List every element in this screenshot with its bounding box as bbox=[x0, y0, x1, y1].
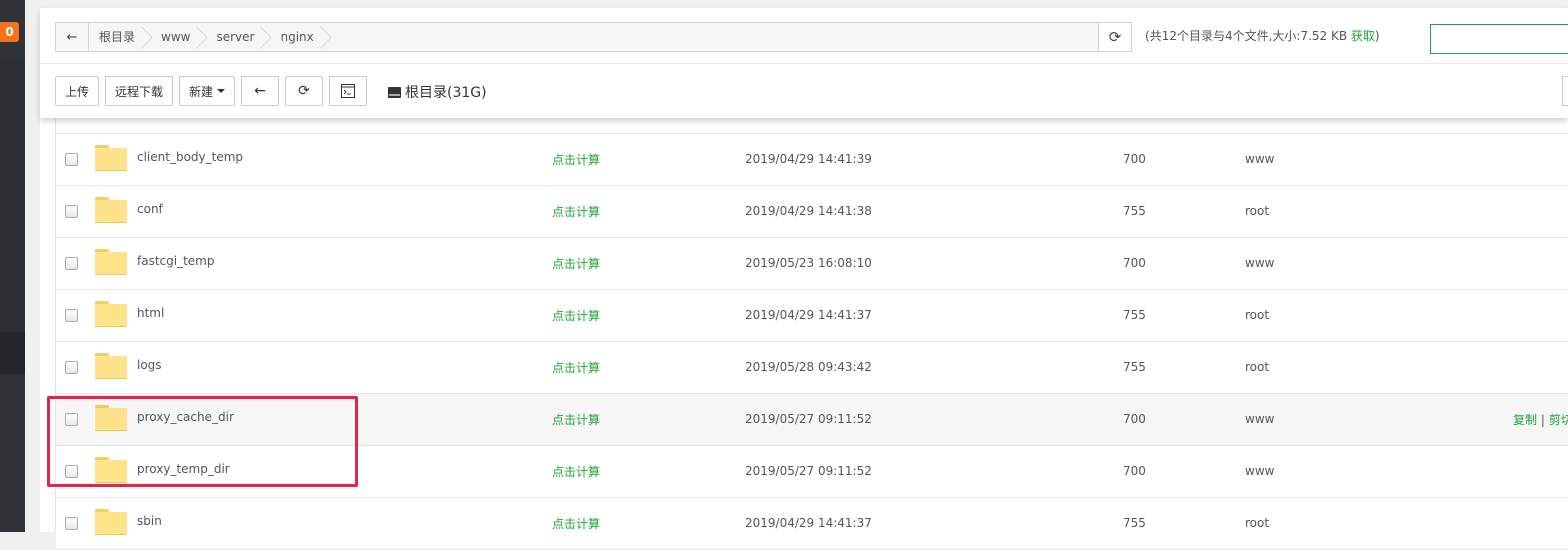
file-name[interactable]: client_body_temp bbox=[137, 150, 243, 164]
calc-size-link[interactable]: 点击计算 bbox=[552, 515, 600, 532]
table-row[interactable]: logs 点击计算 2019/05/28 09:43:42 755 root bbox=[56, 342, 1568, 394]
owner: www bbox=[1245, 464, 1275, 478]
summary-close: ) bbox=[1374, 29, 1380, 43]
calc-size-link[interactable]: 点击计算 bbox=[552, 203, 600, 220]
permission[interactable]: 755 bbox=[1123, 204, 1146, 218]
terminal-icon bbox=[341, 84, 356, 98]
modified-date: 2019/05/23 16:08:10 bbox=[745, 256, 872, 270]
breadcrumb-item[interactable]: nginx bbox=[270, 23, 329, 51]
copy-link[interactable]: 复制 bbox=[1513, 413, 1537, 427]
refresh-button[interactable]: ⟳ bbox=[285, 76, 324, 106]
directory-summary: (共12个目录与4个文件,大小:7.52 KB 获取) bbox=[1145, 27, 1380, 44]
row-checkbox[interactable] bbox=[65, 309, 78, 322]
permission[interactable]: 700 bbox=[1123, 256, 1146, 270]
permission[interactable]: 700 bbox=[1123, 152, 1146, 166]
folder-icon bbox=[95, 353, 127, 379]
row-checkbox[interactable] bbox=[65, 153, 78, 166]
row-checkbox[interactable] bbox=[65, 517, 78, 530]
table-row[interactable]: fastcgi_temp 点击计算 2019/05/23 16:08:10 70… bbox=[56, 238, 1568, 290]
table-row[interactable]: client_body_temp 点击计算 2019/04/29 14:41:3… bbox=[56, 134, 1568, 186]
refresh-icon: ⟳ bbox=[1108, 28, 1122, 46]
permission[interactable]: 755 bbox=[1123, 360, 1146, 374]
folder-icon bbox=[95, 249, 127, 275]
calc-size-link[interactable]: 点击计算 bbox=[552, 359, 600, 376]
refresh-icon: ⟳ bbox=[298, 83, 310, 99]
modified-date: 2019/04/29 14:41:38 bbox=[745, 204, 872, 218]
table-row[interactable]: conf 点击计算 2019/04/29 14:41:38 755 root bbox=[56, 186, 1568, 238]
modified-date: 2019/04/29 14:41:39 bbox=[745, 152, 872, 166]
owner: www bbox=[1245, 412, 1275, 426]
summary-text: (共12个目录与4个文件,大小:7.52 KB bbox=[1145, 29, 1351, 43]
remote-download-button[interactable]: 远程下载 bbox=[105, 76, 174, 106]
search-input[interactable] bbox=[1430, 24, 1568, 54]
permission[interactable]: 755 bbox=[1123, 516, 1146, 530]
upload-button[interactable]: 上传 bbox=[55, 76, 100, 106]
folder-icon bbox=[95, 197, 127, 223]
permission[interactable]: 755 bbox=[1123, 308, 1146, 322]
row-checkbox[interactable] bbox=[65, 205, 78, 218]
hard-drive-icon bbox=[388, 86, 401, 98]
row-checkbox[interactable] bbox=[65, 257, 78, 270]
arrow-left-icon: ← bbox=[66, 29, 78, 45]
terminal-button[interactable] bbox=[329, 76, 368, 106]
modified-date: 2019/05/27 09:11:52 bbox=[745, 412, 872, 426]
disk-selector[interactable]: 根目录(31G) bbox=[388, 82, 487, 102]
breadcrumb-item[interactable]: 根目录 bbox=[89, 23, 151, 51]
breadcrumb: 根目录 www server nginx bbox=[89, 23, 330, 51]
folder-icon bbox=[95, 145, 127, 171]
folder-icon bbox=[95, 301, 127, 327]
sidebar-item-active[interactable] bbox=[0, 332, 25, 374]
highlight-annotation-box bbox=[47, 396, 358, 487]
file-name[interactable]: html bbox=[137, 306, 164, 320]
file-toolbar: 上传 远程下载 新建 ← ⟳ bbox=[55, 76, 368, 106]
path-bar: ← 根目录 www server nginx ⟳ bbox=[55, 22, 1132, 52]
breadcrumb-item[interactable]: www bbox=[151, 23, 206, 51]
row-actions: 复制 | 剪切 bbox=[1513, 411, 1568, 428]
calc-size-link[interactable]: 点击计算 bbox=[552, 255, 600, 272]
owner: www bbox=[1245, 152, 1275, 166]
calc-size-link[interactable]: 点击计算 bbox=[552, 151, 600, 168]
table-row[interactable]: html 点击计算 2019/04/29 14:41:37 755 root bbox=[56, 290, 1568, 342]
file-name[interactable]: fastcgi_temp bbox=[137, 254, 214, 268]
owner: root bbox=[1245, 308, 1270, 322]
file-name[interactable]: sbin bbox=[137, 514, 162, 528]
modified-date: 2019/05/28 09:43:42 bbox=[745, 360, 872, 374]
modified-date: 2019/04/29 14:41:37 bbox=[745, 308, 872, 322]
divider bbox=[40, 63, 1568, 64]
row-checkbox[interactable] bbox=[65, 361, 78, 374]
new-dropdown-button[interactable]: 新建 bbox=[179, 76, 236, 106]
arrow-left-icon: ← bbox=[254, 83, 266, 99]
path-refresh-button[interactable]: ⟳ bbox=[1098, 23, 1131, 51]
path-back-button[interactable]: ← bbox=[56, 23, 89, 51]
ops-separator: | bbox=[1540, 413, 1545, 427]
owner: root bbox=[1245, 516, 1270, 530]
breadcrumb-item[interactable]: server bbox=[206, 23, 270, 51]
toolbar-right-button[interactable] bbox=[1562, 76, 1568, 106]
disk-label: 根目录(31G) bbox=[405, 85, 487, 101]
notification-badge[interactable]: 0 bbox=[0, 22, 19, 42]
owner: root bbox=[1245, 204, 1270, 218]
new-label: 新建 bbox=[189, 84, 214, 99]
modified-date: 2019/05/27 09:11:52 bbox=[745, 464, 872, 478]
file-name[interactable]: conf bbox=[137, 202, 163, 216]
sidebar-section bbox=[0, 61, 25, 332]
owner: www bbox=[1245, 256, 1275, 270]
folder-icon bbox=[95, 509, 127, 535]
calc-size-link[interactable]: 点击计算 bbox=[552, 411, 600, 428]
permission[interactable]: 700 bbox=[1123, 412, 1146, 426]
calc-size-link[interactable]: 点击计算 bbox=[552, 463, 600, 480]
cut-link[interactable]: 剪切 bbox=[1549, 413, 1568, 427]
get-size-link[interactable]: 获取 bbox=[1351, 29, 1375, 43]
back-button[interactable]: ← bbox=[241, 76, 280, 106]
table-row[interactable]: sbin 点击计算 2019/04/29 14:41:37 755 root bbox=[56, 498, 1568, 550]
caret-down-icon bbox=[217, 89, 226, 93]
left-sidebar: 0 bbox=[0, 0, 25, 532]
file-name[interactable]: logs bbox=[137, 358, 162, 372]
permission[interactable]: 700 bbox=[1123, 464, 1146, 478]
calc-size-link[interactable]: 点击计算 bbox=[552, 307, 600, 324]
modified-date: 2019/04/29 14:41:37 bbox=[745, 516, 872, 530]
owner: root bbox=[1245, 360, 1270, 374]
